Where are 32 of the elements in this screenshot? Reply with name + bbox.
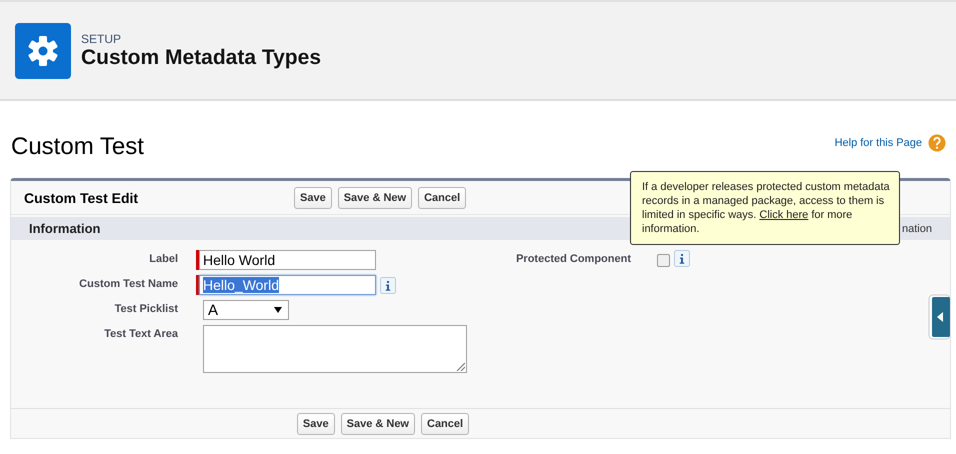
field-label: Protected Component: [515, 252, 632, 265]
settings-icon: [15, 22, 71, 78]
panel-title: Custom Test Edit: [24, 190, 140, 206]
picklist-dropdown[interactable]: A: [203, 300, 289, 320]
info-icon[interactable]: [674, 250, 690, 267]
checkbox[interactable]: [657, 254, 670, 266]
sidebar-toggle-icon[interactable]: [928, 294, 950, 340]
text-area-field[interactable]: [203, 325, 467, 373]
section-title: Information: [29, 221, 100, 236]
form-button[interactable]: Save & New: [340, 413, 415, 435]
page-title: Custom Test: [11, 133, 144, 161]
help-icon[interactable]: [928, 134, 946, 152]
form-button[interactable]: Cancel: [421, 413, 470, 435]
breadcrumb-label: SETUP: [81, 32, 122, 46]
form-button[interactable]: Cancel: [418, 186, 466, 208]
field-label: Test Picklist: [114, 302, 179, 315]
more-info-link[interactable]: Click here: [759, 209, 808, 221]
tooltip-text: If a developer releases protected custom metadata records in a managed package, access to them is limited in specific ways. Click here for more information.: [642, 180, 891, 236]
field-label: Label: [148, 252, 179, 265]
field-label: Custom Test Name: [78, 277, 179, 290]
required-note: nation: [902, 222, 932, 234]
resize-handle-icon[interactable]: [456, 362, 465, 371]
input-field[interactable]: Hello World: [199, 250, 376, 270]
field-label: Test Text Area: [103, 327, 179, 340]
info-icon[interactable]: [380, 276, 396, 294]
help-link[interactable]: Help for this Page: [834, 137, 922, 149]
form-button[interactable]: Save: [296, 413, 335, 435]
input-field[interactable]: Hello_World: [199, 275, 376, 295]
form-button[interactable]: Save: [294, 186, 332, 208]
page-header-title: Custom Metadata Types: [81, 46, 321, 70]
form-button[interactable]: Save & New: [338, 186, 412, 208]
dropdown-caret-icon: [274, 307, 282, 313]
